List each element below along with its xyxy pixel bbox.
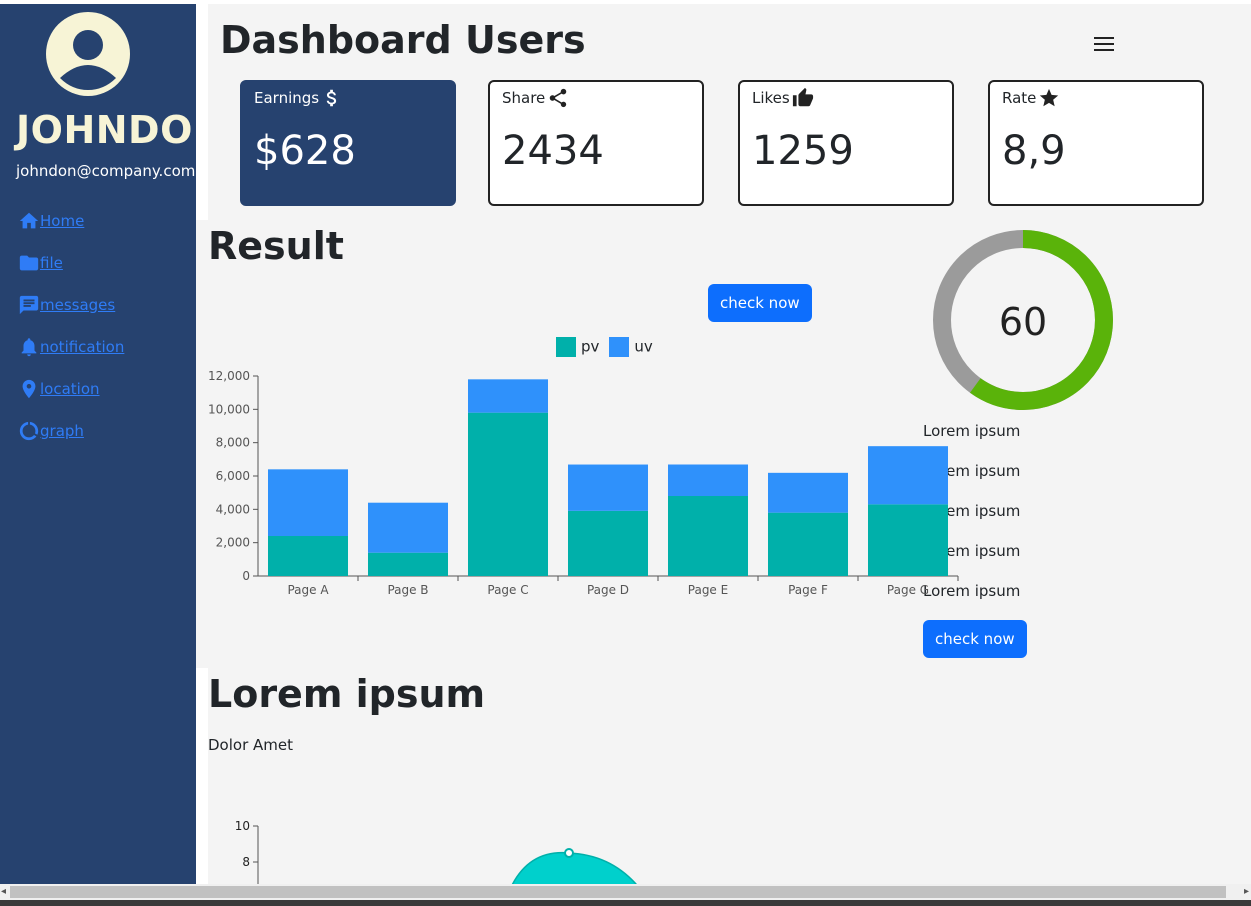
card-value: 2434 — [502, 128, 604, 174]
sidebar-nav: Home file messages notification location… — [18, 200, 124, 452]
y-tick-label: 0 — [242, 569, 250, 583]
bar-uv — [868, 446, 948, 505]
hamburger-icon[interactable] — [1094, 34, 1114, 54]
card-value: 1259 — [752, 128, 854, 174]
bar-pv — [768, 512, 848, 576]
card-label: Share — [502, 89, 546, 107]
bar-pv — [568, 510, 648, 576]
sidebar-item-location[interactable]: location — [18, 368, 124, 410]
page-title: Dashboard Users — [220, 18, 586, 62]
y-tick-label: 10 — [235, 819, 250, 833]
legend-item-uv: uv — [609, 337, 653, 357]
legend-label: pv — [581, 337, 600, 356]
check-now-button[interactable]: check now — [708, 284, 812, 322]
legend-label: uv — [634, 337, 653, 356]
y-tick-label: 8 — [242, 855, 250, 869]
bar-pv — [268, 536, 348, 576]
user-avatar-icon — [46, 12, 130, 96]
section-subtitle: Dolor Amet — [208, 736, 293, 754]
section-title: Lorem ipsum — [208, 672, 486, 716]
chart-legend: pv uv — [556, 337, 653, 357]
progress-value: 60 — [999, 300, 1047, 344]
y-tick-label: 2,000 — [216, 536, 250, 550]
sidebar-item-label: location — [40, 380, 100, 398]
x-tick-label: Page G — [887, 583, 929, 597]
sidebar-item-home[interactable]: Home — [18, 200, 124, 242]
bell-icon — [21, 338, 37, 357]
bar-pv — [368, 552, 448, 576]
area-series — [511, 851, 637, 884]
horizontal-scrollbar[interactable]: ◂ ▸ — [0, 884, 1251, 900]
card-label: Earnings — [254, 89, 320, 107]
sidebar-item-notification[interactable]: notification — [18, 326, 124, 368]
share-icon — [550, 88, 567, 108]
bar-chart: 0 2,000 4,000 6,000 8,000 10,000 12,000 Page A P… — [208, 369, 959, 597]
y-tick-label: 6,000 — [216, 469, 250, 483]
card-label: Rate — [1002, 89, 1037, 107]
sidebar-item-messages[interactable]: messages — [18, 284, 124, 326]
bar-uv — [668, 464, 748, 496]
rate-card: Rate 8,9 — [988, 80, 1204, 206]
x-tick-label: Page F — [788, 583, 828, 597]
y-tick-label: 12,000 — [208, 369, 250, 383]
message-icon — [19, 295, 39, 315]
sidebar: JOHNDON johndon@company.com Home file me… — [0, 4, 196, 884]
taskbar-edge — [0, 900, 1251, 906]
bar-uv — [368, 502, 448, 553]
sidebar-item-graph[interactable]: graph — [18, 410, 124, 452]
result-title: Result — [208, 224, 344, 268]
star-icon — [1040, 88, 1059, 107]
y-tick-label: 8,000 — [216, 436, 250, 450]
sidebar-item-file[interactable]: file — [18, 242, 124, 284]
area-chart: 8 10 — [235, 819, 637, 884]
bar-uv — [268, 469, 348, 536]
bar-uv — [768, 472, 848, 513]
main-content: Dashboard Users Earnings $628 Share 2434… — [196, 4, 1251, 884]
x-tick-label: Page D — [587, 583, 629, 597]
graph-icon — [19, 421, 39, 441]
earnings-card: Earnings $628 — [240, 80, 456, 206]
check-now-button-2[interactable]: check now — [923, 620, 1027, 658]
sidebar-item-label: messages — [40, 296, 116, 314]
bar-uv — [568, 464, 648, 511]
scroll-left-icon[interactable]: ◂ — [1, 886, 6, 897]
user-email: johndon@company.com — [16, 162, 196, 180]
x-tick-label: Page B — [387, 583, 428, 597]
likes-card: Likes 1259 — [738, 80, 954, 206]
x-tick-label: Page A — [287, 583, 329, 597]
legend-item-pv: pv — [556, 337, 599, 357]
dollar-icon — [326, 89, 337, 107]
area-point — [564, 848, 574, 858]
user-name: JOHNDON — [16, 108, 196, 152]
scrollbar-thumb[interactable] — [10, 886, 1226, 898]
thumbs-up-icon — [792, 87, 813, 107]
sidebar-item-label: notification — [40, 338, 125, 356]
x-tick-label: Page E — [688, 583, 728, 597]
folder-icon — [19, 255, 39, 271]
sidebar-item-label: file — [40, 254, 63, 272]
location-pin-icon — [22, 379, 36, 399]
card-value: 8,9 — [1002, 128, 1066, 174]
card-label: Likes — [752, 89, 790, 107]
x-tick-label: Page C — [487, 583, 528, 597]
bar-pv — [668, 496, 748, 576]
y-tick-label: 4,000 — [216, 502, 250, 516]
y-tick-label: 10,000 — [208, 402, 250, 416]
bar-pv — [468, 412, 548, 576]
card-value: $628 — [254, 128, 356, 174]
bar-pv — [868, 504, 948, 576]
share-card: Share 2434 — [488, 80, 704, 206]
scroll-right-icon[interactable]: ▸ — [1244, 886, 1249, 897]
sidebar-item-label: Home — [40, 212, 85, 230]
sidebar-item-label: graph — [40, 422, 84, 440]
home-icon — [19, 212, 39, 229]
bar-uv — [468, 379, 548, 413]
